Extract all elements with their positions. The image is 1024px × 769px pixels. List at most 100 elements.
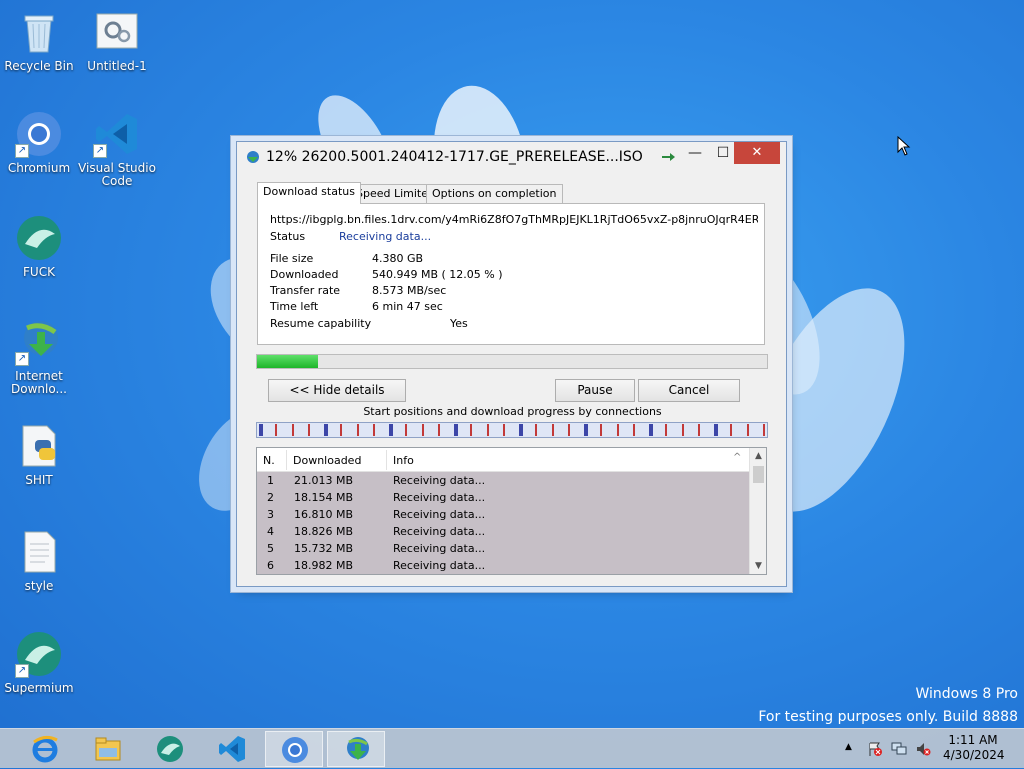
desktop-icon-chromium[interactable]: ↗ Chromium	[0, 110, 78, 175]
table-row[interactable]: 3 16.810 MB Receiving data...	[257, 506, 749, 523]
connection-info: Receiving data...	[393, 491, 486, 504]
chromium-icon: ↗	[15, 110, 63, 158]
desktop-icon-label: Untitled-1	[87, 59, 147, 73]
scroll-down-icon[interactable]: ▼	[750, 558, 767, 574]
desktop-icon-shit[interactable]: SHIT	[0, 422, 78, 487]
hide-details-button[interactable]: << Hide details	[268, 379, 406, 402]
python-file-icon	[15, 422, 63, 470]
desktop-icon-recycle-bin[interactable]: Recycle Bin	[0, 8, 78, 73]
maximize-button[interactable]: ☐	[709, 142, 737, 164]
supermium-icon: ↗	[15, 630, 63, 678]
scrollbar-thumb[interactable]	[753, 466, 764, 483]
connection-downloaded: 15.732 MB	[294, 542, 354, 555]
action-center-flag-icon[interactable]	[867, 741, 883, 757]
connection-start-marker	[682, 424, 684, 436]
desktop-icon-untitled-1[interactable]: Untitled-1	[78, 8, 156, 73]
connection-start-marker	[487, 424, 489, 436]
table-row[interactable]: 6 18.982 MB Receiving data...	[257, 557, 749, 574]
downloaded-value: 540.949 MB ( 12.05 % )	[372, 268, 503, 281]
network-icon[interactable]	[891, 741, 907, 757]
desktop-icon-vscode[interactable]: ↗ Visual Studio Code	[78, 110, 156, 188]
connection-info: Receiving data...	[393, 508, 486, 521]
clock-date: 4/30/2024	[943, 748, 1005, 762]
table-row[interactable]: 5 15.732 MB Receiving data...	[257, 540, 749, 557]
connection-start-marker	[470, 424, 472, 436]
connection-start-marker	[340, 424, 342, 436]
taskbar-supermium[interactable]	[141, 731, 199, 767]
desktop-icon-supermium[interactable]: ↗ Supermium	[0, 630, 78, 695]
minimize-button[interactable]: —	[681, 142, 709, 164]
mouse-cursor-icon	[897, 136, 911, 156]
connection-progress-block	[519, 424, 523, 436]
desktop-icon-style[interactable]: style	[0, 528, 78, 593]
taskbar-clock[interactable]: 1:11 AM 4/30/2024	[943, 733, 1005, 763]
taskbar-internet-download-manager[interactable]	[327, 731, 385, 767]
status-value: Receiving data...	[339, 230, 432, 243]
connection-start-marker	[503, 424, 505, 436]
desktop-icon-label: Internet Downlo...	[11, 369, 67, 396]
connections-progress-bar	[256, 422, 768, 438]
connection-progress-block	[714, 424, 718, 436]
shortcut-arrow-icon: ↗	[15, 144, 29, 158]
dialog-title: 12% 26200.5001.240412-1717.GE_PRERELEASE…	[266, 149, 643, 165]
connection-start-marker	[568, 424, 570, 436]
tab-options-on-completion[interactable]: Options on completion	[426, 184, 563, 203]
table-row[interactable]: 2 18.154 MB Receiving data...	[257, 489, 749, 506]
connection-start-marker	[552, 424, 554, 436]
taskbar-chromium[interactable]	[265, 731, 323, 767]
connection-start-marker	[292, 424, 294, 436]
show-hidden-icons-button[interactable]: ▲	[845, 742, 852, 752]
connection-start-marker	[373, 424, 375, 436]
time-left-label: Time left	[270, 300, 319, 313]
recycle-bin-icon	[15, 8, 63, 56]
taskbar-internet-explorer[interactable]	[16, 731, 74, 767]
connection-progress-block	[259, 424, 263, 436]
pause-button[interactable]: Pause	[555, 379, 635, 402]
connections-list[interactable]: N. Downloaded Info ^ 1 21.013 MB Receiving…	[256, 447, 767, 575]
connection-start-marker	[357, 424, 359, 436]
shortcut-arrow-icon: ↗	[15, 352, 29, 366]
cancel-button[interactable]: Cancel	[638, 379, 740, 402]
connection-number: 4	[267, 525, 274, 538]
connection-number: 5	[267, 542, 274, 555]
connection-progress-block	[584, 424, 588, 436]
connection-start-marker	[308, 424, 310, 436]
connections-list-scrollbar[interactable]: ▲ ▼	[749, 448, 766, 574]
connection-start-marker	[763, 424, 765, 436]
idm-arrow-icon	[662, 153, 675, 161]
taskbar-visual-studio-code[interactable]	[203, 731, 261, 767]
time-left-value: 6 min 47 sec	[372, 300, 443, 313]
internet-explorer-icon	[32, 735, 58, 763]
scroll-up-icon[interactable]: ▲	[750, 448, 767, 464]
shortcut-arrow-icon: ↗	[93, 144, 107, 158]
column-header-info[interactable]: Info	[393, 454, 414, 467]
tab-download-status[interactable]: Download status	[257, 182, 361, 204]
status-label: Status	[270, 230, 306, 243]
download-progress-bar	[256, 354, 768, 369]
dialog-titlebar[interactable]: 12% 26200.5001.240412-1717.GE_PRERELEASE…	[237, 142, 786, 172]
table-row[interactable]: 4 18.826 MB Receiving data...	[257, 523, 749, 540]
progress-bar-fill	[257, 355, 319, 368]
column-header-downloaded[interactable]: Downloaded	[293, 454, 361, 467]
connection-downloaded: 18.826 MB	[294, 525, 354, 538]
connection-progress-block	[649, 424, 653, 436]
connection-info: Receiving data...	[393, 559, 486, 572]
connection-downloaded: 18.154 MB	[294, 491, 354, 504]
volume-muted-icon[interactable]	[915, 741, 931, 757]
download-url: https://ibgplg.bn.files.1drv.com/y4mRi6Z…	[270, 213, 758, 226]
file-size-label: File size	[270, 252, 314, 265]
file-explorer-icon	[95, 737, 121, 761]
resume-capability-label: Resume capability	[270, 317, 372, 330]
desktop-icon-label: Supermium	[4, 681, 74, 695]
column-header-n[interactable]: N.	[263, 454, 275, 467]
taskbar-file-explorer[interactable]	[79, 731, 137, 767]
close-button[interactable]: ✕	[734, 142, 780, 164]
connection-number: 6	[267, 559, 274, 572]
desktop-icon-internet-download-manager[interactable]: ↗ Internet Downlo...	[0, 318, 78, 396]
connection-number: 2	[267, 491, 274, 504]
table-row[interactable]: 1 21.013 MB Receiving data...	[257, 472, 749, 489]
idm-app-icon	[247, 151, 259, 163]
desktop-icon-fuck[interactable]: FUCK	[0, 214, 78, 279]
transfer-rate-label: Transfer rate	[270, 284, 341, 297]
connection-number: 1	[267, 474, 274, 487]
